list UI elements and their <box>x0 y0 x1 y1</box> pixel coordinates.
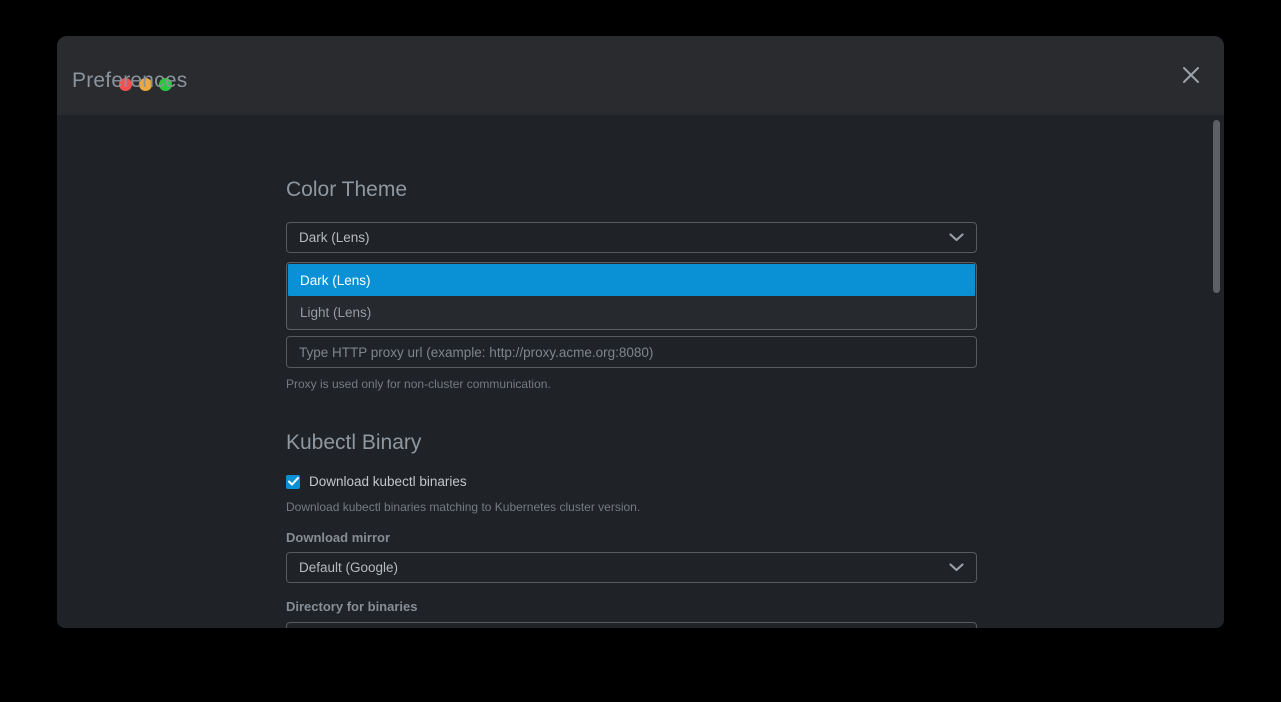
download-mirror-label: Download mirror <box>286 530 977 545</box>
download-mirror-select-value: Default (Google) <box>299 560 949 575</box>
chevron-down-icon <box>949 230 964 245</box>
http-proxy-helper-text: Proxy is used only for non-cluster commu… <box>286 377 977 391</box>
option-label: Dark (Lens) <box>300 273 371 288</box>
directory-for-binaries-label: Directory for binaries <box>286 599 977 614</box>
kubectl-helper-text: Download kubectl binaries matching to Ku… <box>286 500 977 514</box>
preferences-window: Preferences Color Theme Dark (Lens) Dark… <box>57 36 1224 628</box>
checkbox-checked-icon[interactable] <box>286 475 300 489</box>
download-kubectl-checkbox-row[interactable]: Download kubectl binaries <box>286 474 977 489</box>
chevron-down-icon <box>949 560 964 575</box>
color-theme-dropdown-menu: Dark (Lens) Light (Lens) <box>286 262 977 330</box>
dropdown-option-dark-lens[interactable]: Dark (Lens) <box>288 264 975 296</box>
color-theme-select-value: Dark (Lens) <box>299 230 949 245</box>
download-mirror-select[interactable]: Default (Google) <box>286 552 977 583</box>
close-icon <box>1180 64 1202 91</box>
titlebar: Preferences <box>57 36 1224 115</box>
close-button[interactable] <box>1178 64 1204 90</box>
scrollbar-thumb[interactable] <box>1213 120 1220 293</box>
option-label: Light (Lens) <box>300 305 371 320</box>
page-title: Preferences <box>72 69 187 93</box>
http-proxy-input[interactable] <box>286 336 977 368</box>
download-kubectl-checkbox-label: Download kubectl binaries <box>309 474 467 489</box>
color-theme-select[interactable]: Dark (Lens) <box>286 222 977 253</box>
dropdown-option-light-lens[interactable]: Light (Lens) <box>288 296 975 328</box>
kubectl-binary-heading: Kubectl Binary <box>286 431 977 454</box>
color-theme-heading: Color Theme <box>286 178 977 201</box>
directory-for-binaries-input[interactable] <box>286 622 977 628</box>
